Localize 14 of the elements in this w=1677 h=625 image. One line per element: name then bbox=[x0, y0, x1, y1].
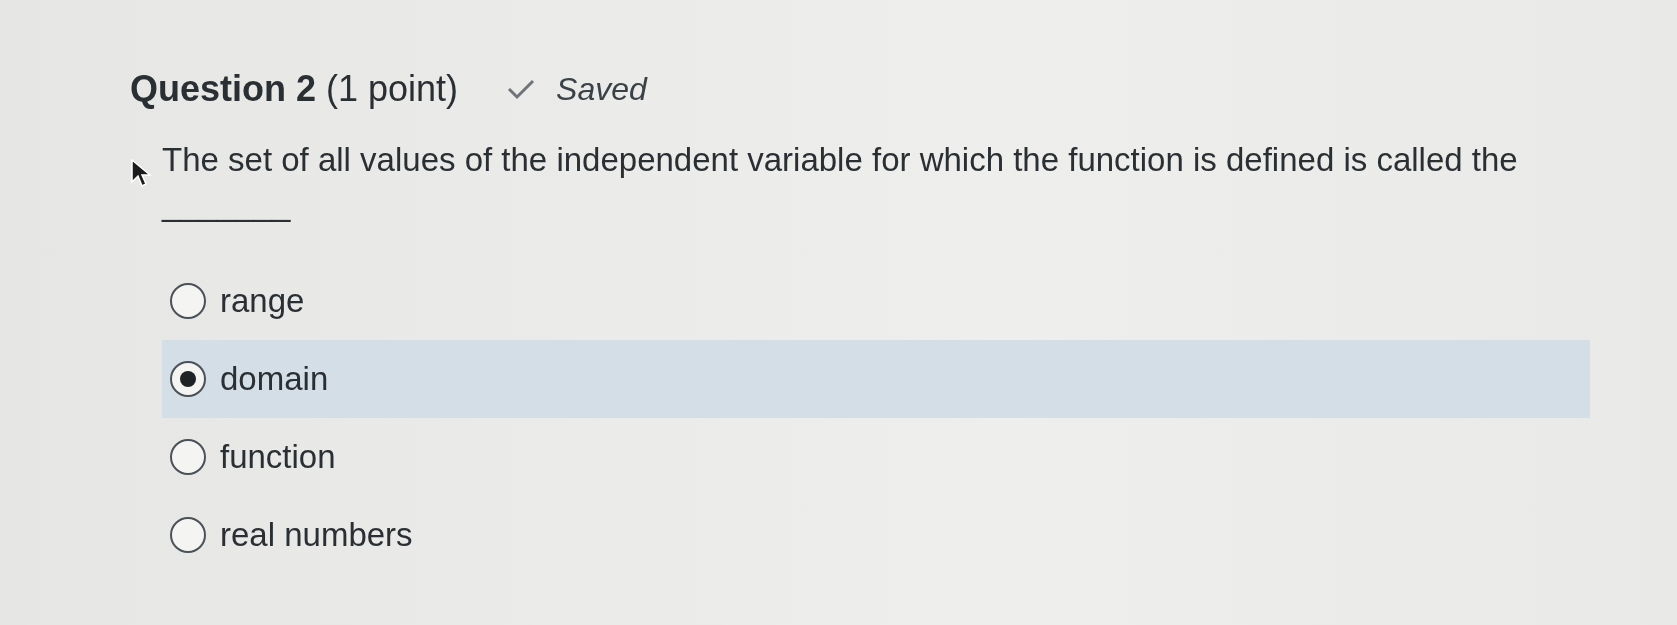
question-title: Question 2 bbox=[130, 68, 317, 110]
question-points: (1 point) bbox=[326, 68, 459, 110]
saved-status: Saved bbox=[556, 70, 647, 108]
radio-button[interactable] bbox=[170, 283, 206, 319]
radio-button[interactable] bbox=[170, 517, 206, 553]
pointer-icon bbox=[130, 158, 152, 188]
question-text: The set of all values of the independent variable for which the function is defined is called the _______ bbox=[162, 140, 1519, 224]
check-icon bbox=[506, 78, 537, 100]
radio-button[interactable] bbox=[170, 439, 206, 475]
answer-option[interactable]: function bbox=[162, 418, 1590, 496]
radio-button[interactable] bbox=[170, 361, 206, 397]
answer-option[interactable]: real numbers bbox=[162, 496, 1590, 574]
answer-option[interactable]: domain bbox=[162, 340, 1590, 418]
answer-option[interactable]: range bbox=[162, 262, 1590, 340]
